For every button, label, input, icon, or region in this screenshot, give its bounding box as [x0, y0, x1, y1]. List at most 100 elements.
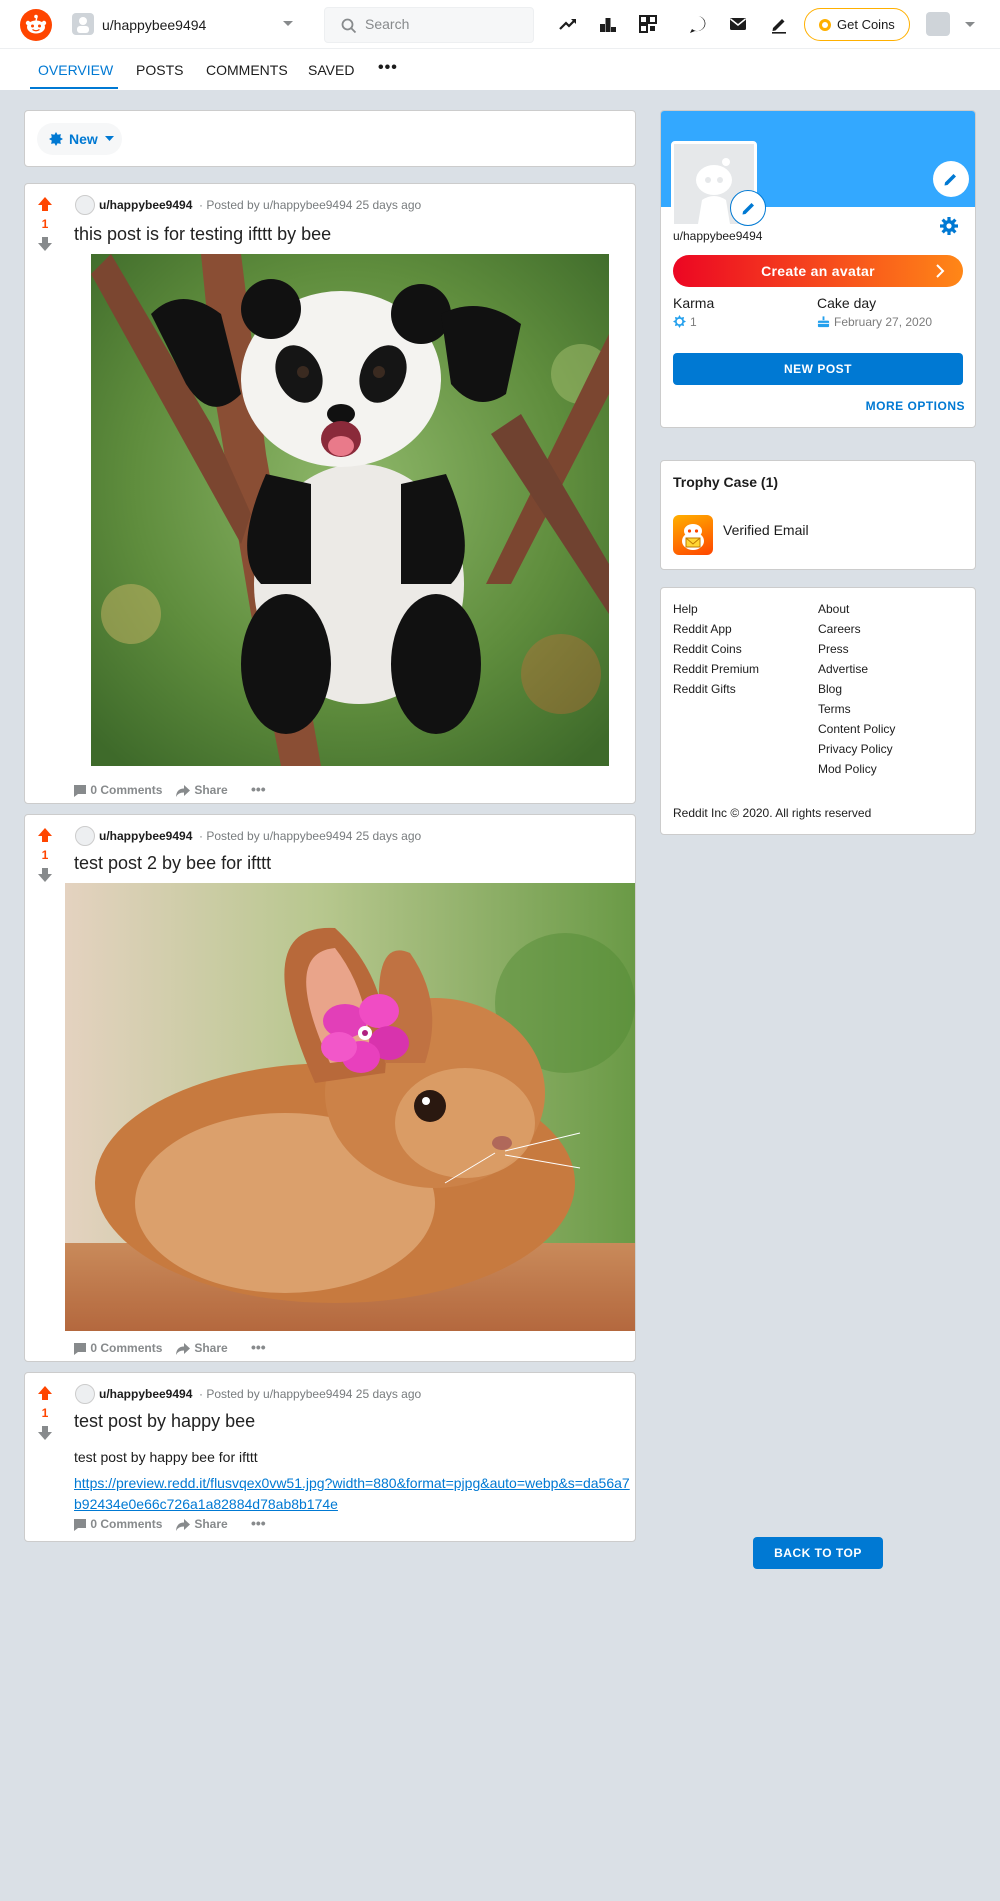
footer-link-careers[interactable]: Careers: [818, 622, 861, 636]
user-avatar: [926, 12, 950, 36]
footer-link-advertise[interactable]: Advertise: [818, 662, 868, 676]
trophy-case-title: Trophy Case (1): [673, 474, 779, 490]
create-post-pencil-icon[interactable]: [768, 13, 790, 35]
chevron-right-icon: [936, 264, 945, 278]
search-input[interactable]: [365, 16, 515, 32]
new-post-button[interactable]: NEW POST: [673, 353, 963, 385]
footer-link-blog[interactable]: Blog: [818, 682, 842, 696]
footer-link-press[interactable]: Press: [818, 642, 849, 656]
tab-more-menu[interactable]: •••: [378, 59, 398, 77]
tab-posts[interactable]: POSTS: [136, 62, 183, 78]
upvote-arrow-icon[interactable]: [37, 196, 53, 212]
post-author[interactable]: u/happybee9494: [99, 829, 192, 843]
footer-link-reddit-premium[interactable]: Reddit Premium: [673, 662, 759, 676]
post-card[interactable]: 1 u/happybee9494 · Posted by u/happybee9…: [24, 814, 636, 1362]
share-label: Share: [194, 783, 228, 797]
profile-card: u/happybee9494 Create an avatar Karma 1 …: [660, 110, 976, 428]
more-options-dots-icon[interactable]: •••: [251, 1515, 266, 1531]
more-options-dots-icon[interactable]: •••: [251, 781, 266, 797]
comments-button[interactable]: 0 Comments: [73, 1341, 162, 1356]
tab-saved[interactable]: SAVED: [308, 62, 354, 78]
more-options-link[interactable]: MORE OPTIONS: [851, 399, 965, 413]
author-avatar[interactable]: [75, 826, 95, 846]
comments-count-label: 0 Comments: [90, 1517, 163, 1531]
new-post-label: NEW POST: [783, 362, 852, 376]
upvote-arrow-icon[interactable]: [37, 1385, 53, 1401]
cakeday-date: February 27, 2020: [834, 315, 933, 329]
footer-link-privacy-policy[interactable]: Privacy Policy: [818, 742, 893, 756]
vote-score: 1: [41, 848, 49, 862]
tab-comments[interactable]: COMMENTS: [206, 62, 288, 78]
downvote-arrow-icon[interactable]: [37, 236, 53, 252]
edit-banner-button[interactable]: [933, 161, 969, 197]
top-header: u/happybee9494 Get Coins: [0, 0, 1000, 49]
comments-button[interactable]: 0 Comments: [73, 783, 162, 798]
vote-score: 1: [41, 1406, 49, 1420]
footer-link-reddit-gifts[interactable]: Reddit Gifts: [673, 682, 736, 696]
reddit-logo-icon[interactable]: [20, 9, 52, 41]
sort-new-button[interactable]: New: [37, 123, 122, 155]
rpan-icon[interactable]: [637, 13, 659, 35]
comment-bubble-icon: [74, 1342, 86, 1355]
post-author[interactable]: u/happybee9494: [99, 1387, 192, 1401]
gear-icon[interactable]: [939, 216, 959, 236]
post-image-rabbit[interactable]: [65, 883, 635, 1331]
post-title[interactable]: this post is for testing ifttt by bee: [74, 224, 331, 245]
community-switcher[interactable]: u/happybee9494: [72, 11, 294, 39]
downvote-arrow-icon[interactable]: [37, 1425, 53, 1441]
get-coins-button[interactable]: Get Coins: [804, 8, 910, 41]
chevron-down-icon: [965, 22, 975, 27]
post-title[interactable]: test post by happy bee: [74, 1411, 255, 1432]
more-options-dots-icon[interactable]: •••: [251, 1339, 266, 1355]
footer-link-reddit-app[interactable]: Reddit App: [673, 622, 732, 636]
verified-email-trophy-icon[interactable]: [673, 515, 713, 555]
footer-link-help[interactable]: Help: [673, 602, 698, 616]
tab-overview[interactable]: OVERVIEW: [38, 62, 113, 78]
upvote-arrow-icon[interactable]: [37, 827, 53, 843]
user-menu-button[interactable]: [926, 12, 978, 38]
search-bar[interactable]: [324, 7, 534, 43]
post-body-link[interactable]: https://preview.redd.it/flusvqex0vw51.jp…: [74, 1473, 634, 1515]
post-byline: · Posted by u/happybee9494 25 days ago: [199, 1387, 422, 1401]
trending-icon[interactable]: [557, 13, 579, 35]
comment-bubble-icon: [74, 1518, 86, 1531]
create-avatar-label: Create an avatar: [761, 263, 875, 279]
post-image-panda[interactable]: [91, 254, 609, 766]
footer-link-terms[interactable]: Terms: [818, 702, 851, 716]
share-arrow-icon: [176, 784, 190, 797]
trophy-case-card: Trophy Case (1) Verified Email: [660, 460, 976, 570]
post-card[interactable]: 1 u/happybee9494 · Posted by u/happybee9…: [24, 1372, 636, 1542]
footer-link-mod-policy[interactable]: Mod Policy: [818, 762, 877, 776]
footer-link-content-policy[interactable]: Content Policy: [818, 722, 895, 736]
user-avatar-small: [72, 13, 94, 35]
author-avatar[interactable]: [75, 195, 95, 215]
leaderboard-icon[interactable]: [597, 13, 619, 35]
cake-icon: [817, 316, 830, 328]
coin-icon: [819, 19, 831, 31]
share-label: Share: [194, 1341, 228, 1355]
share-button[interactable]: Share: [175, 1341, 228, 1356]
mail-icon[interactable]: [727, 13, 749, 35]
post-byline: · Posted by u/happybee9494 25 days ago: [199, 829, 422, 843]
profile-username: u/happybee9494: [673, 229, 763, 243]
post-card[interactable]: 1 u/happybee9494 · Posted by u/happybee9…: [24, 183, 636, 804]
share-button[interactable]: Share: [175, 1517, 228, 1532]
downvote-arrow-icon[interactable]: [37, 867, 53, 883]
edit-avatar-button[interactable]: [730, 190, 766, 226]
footer-link-about[interactable]: About: [818, 602, 849, 616]
share-button[interactable]: Share: [175, 783, 228, 798]
back-to-top-label: BACK TO TOP: [774, 1546, 862, 1560]
post-author[interactable]: u/happybee9494: [99, 198, 192, 212]
pencil-icon: [742, 203, 754, 215]
chat-icon[interactable]: [687, 13, 709, 35]
profile-tabs: OVERVIEW POSTS COMMENTS SAVED •••: [0, 49, 1000, 90]
comments-button[interactable]: 0 Comments: [73, 1517, 162, 1532]
back-to-top-button[interactable]: BACK TO TOP: [753, 1537, 883, 1569]
post-title[interactable]: test post 2 by bee for ifttt: [74, 853, 271, 874]
footer-link-reddit-coins[interactable]: Reddit Coins: [673, 642, 742, 656]
karma-label: Karma: [673, 295, 715, 311]
author-avatar[interactable]: [75, 1384, 95, 1404]
create-avatar-button[interactable]: Create an avatar: [673, 255, 963, 287]
comments-count-label: 0 Comments: [90, 1341, 163, 1355]
share-arrow-icon: [176, 1342, 190, 1355]
